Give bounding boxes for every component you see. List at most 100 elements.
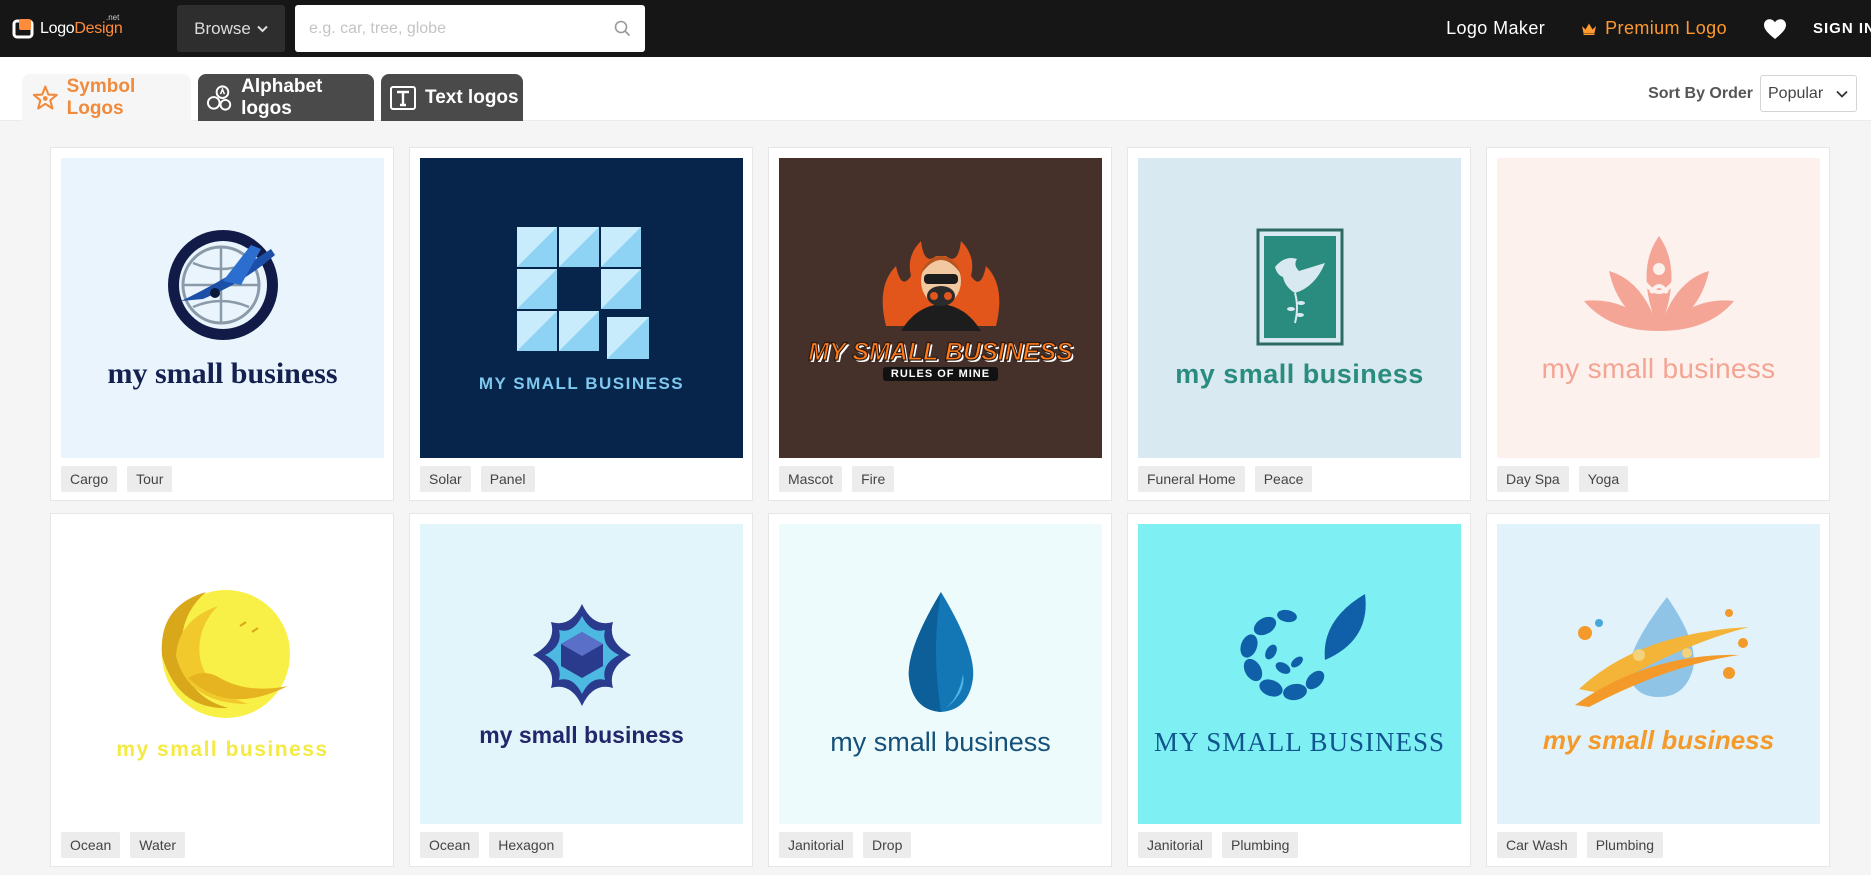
star-hexagon-icon xyxy=(532,603,631,706)
tag[interactable]: Car Wash xyxy=(1497,832,1577,858)
tab-symbol-logos[interactable]: Symbol Logos xyxy=(22,74,191,121)
logo-card[interactable]: MY SMALL BUSINESS Janitorial Plumbing xyxy=(1127,513,1471,867)
logo-thumbnail[interactable]: MY SMALL BUSINESS RULES OF MINE xyxy=(779,158,1102,458)
logo-card[interactable]: MY SMALL BUSINESS RULES OF MINE Mascot F… xyxy=(768,147,1112,501)
business-name-text: my small business xyxy=(479,721,684,748)
logo-card[interactable]: my small business Ocean Hexagon xyxy=(409,513,753,867)
logo-mark-icon xyxy=(12,17,36,41)
tag[interactable]: Water xyxy=(130,832,186,858)
logo-thumbnail[interactable]: MY SMALL BUSINESS xyxy=(420,158,743,458)
logo-card[interactable]: my small business Ocean Water xyxy=(50,513,394,867)
tag-list: Car Wash Plumbing xyxy=(1497,832,1819,858)
tag[interactable]: Yoga xyxy=(1578,466,1629,492)
tag-list: Solar Panel xyxy=(420,466,742,492)
tag[interactable]: Janitorial xyxy=(1138,832,1213,858)
tag-list: Mascot Fire xyxy=(779,466,1101,492)
tab-symbol-logos-label: Symbol Logos xyxy=(66,75,136,119)
logo-name: Logo xyxy=(40,19,75,37)
logo-thumbnail[interactable]: my small business xyxy=(420,524,743,824)
sort-label: Sort By Order xyxy=(1648,84,1753,102)
tag[interactable]: Tour xyxy=(127,466,173,492)
chevron-down-icon xyxy=(1836,90,1848,98)
premium-logo-link[interactable]: Premium Logo xyxy=(1581,18,1727,39)
logo-card[interactable]: my small business Janitorial Drop xyxy=(768,513,1112,867)
tag-list: Janitorial Drop xyxy=(779,832,1101,858)
tag[interactable]: Plumbing xyxy=(1586,832,1664,858)
logo-thumbnail[interactable]: my small business xyxy=(1138,158,1461,458)
tag-list: Funeral Home Peace xyxy=(1138,466,1460,492)
favorites-heart-icon[interactable] xyxy=(1763,18,1787,40)
site-logo[interactable]: LogoDesign .net xyxy=(12,9,152,49)
browse-button[interactable]: Browse xyxy=(177,5,285,52)
tag[interactable]: Cargo xyxy=(61,466,118,492)
dove-frame-icon xyxy=(1256,228,1343,345)
tag[interactable]: Hexagon xyxy=(489,832,564,858)
search-icon[interactable] xyxy=(614,20,631,37)
logo-thumbnail[interactable]: my small business xyxy=(61,524,384,824)
lotus-yoga-icon xyxy=(1583,236,1734,331)
sun-wave-icon xyxy=(161,590,290,718)
sort-value: Popular xyxy=(1768,84,1824,102)
tag[interactable]: Solar xyxy=(420,466,471,492)
business-name-text: MY SMALL BUSINESS xyxy=(808,337,1074,366)
logo-grid: my small business Cargo Tour MY SMALL BU… xyxy=(50,147,1831,867)
tab-text-logos-label: Text logos xyxy=(425,86,519,108)
sort-select[interactable]: Popular xyxy=(1760,75,1857,112)
spiral-leaves-icon xyxy=(1239,594,1366,701)
business-name-text: my small business xyxy=(116,738,329,761)
tag[interactable]: Funeral Home xyxy=(1138,466,1245,492)
business-name-text: my small business xyxy=(830,727,1051,757)
search-input[interactable] xyxy=(309,19,614,38)
tag-list: Cargo Tour xyxy=(61,466,383,492)
logo-suffix: .net xyxy=(106,12,120,22)
alphabet-blocks-icon xyxy=(206,84,232,111)
business-subtext: RULES OF MINE xyxy=(882,366,999,381)
logo-card[interactable]: my small business Cargo Tour xyxy=(50,147,394,501)
business-name-text: MY SMALL BUSINESS xyxy=(1153,727,1446,757)
business-name-text: my small business xyxy=(1175,358,1424,389)
text-box-icon xyxy=(390,85,416,110)
globe-plane-icon xyxy=(167,230,278,340)
drop-swoosh-icon xyxy=(1574,596,1749,707)
business-name-text: my small business xyxy=(1541,353,1776,384)
logo-card[interactable]: my small business Funeral Home Peace xyxy=(1127,147,1471,501)
business-name-text: my small business xyxy=(1542,724,1775,755)
crown-icon xyxy=(1582,23,1597,35)
nav-right: Logo Maker Premium Logo SIGN IN xyxy=(1446,0,1871,57)
tag[interactable]: Drop xyxy=(863,832,912,858)
chevron-down-icon xyxy=(257,25,268,32)
logo-card[interactable]: my small business Day Spa Yoga xyxy=(1486,147,1830,501)
tag-list: Ocean Water xyxy=(61,832,383,858)
logo-wordmark: LogoDesign xyxy=(40,19,123,38)
tag[interactable]: Plumbing xyxy=(1222,832,1299,858)
tag[interactable]: Panel xyxy=(480,466,535,492)
browse-label: Browse xyxy=(194,18,251,38)
premium-logo-label: Premium Logo xyxy=(1605,18,1727,38)
tab-text-logos[interactable]: Text logos xyxy=(381,74,523,121)
logo-thumbnail[interactable]: my small business xyxy=(1497,524,1820,824)
sort-control: Sort By Order Popular xyxy=(1648,75,1857,112)
logo-card[interactable]: MY SMALL BUSINESS Solar Panel xyxy=(409,147,753,501)
tab-alphabet-logos[interactable]: Alphabet logos xyxy=(198,74,374,121)
tag-list: Janitorial Plumbing xyxy=(1138,832,1460,858)
tag-list: Ocean Hexagon xyxy=(420,832,742,858)
tag[interactable]: Mascot xyxy=(779,466,843,492)
mascot-fire-icon xyxy=(882,240,999,331)
tag[interactable]: Peace xyxy=(1254,466,1313,492)
tag[interactable]: Fire xyxy=(852,466,895,492)
tag[interactable]: Ocean xyxy=(420,832,480,858)
logo-thumbnail[interactable]: MY SMALL BUSINESS xyxy=(1138,524,1461,824)
logo-maker-link[interactable]: Logo Maker xyxy=(1446,18,1545,39)
star-icon xyxy=(32,85,58,109)
tag-list: Day Spa Yoga xyxy=(1497,466,1819,492)
business-name-text: my small business xyxy=(107,357,338,390)
logo-thumbnail[interactable]: my small business xyxy=(779,524,1102,824)
logo-thumbnail[interactable]: my small business xyxy=(61,158,384,458)
tag[interactable]: Ocean xyxy=(61,832,121,858)
tag[interactable]: Janitorial xyxy=(779,832,854,858)
logo-card[interactable]: my small business Car Wash Plumbing xyxy=(1486,513,1830,867)
logo-thumbnail[interactable]: my small business xyxy=(1497,158,1820,458)
sign-in-link[interactable]: SIGN IN xyxy=(1813,20,1871,37)
tag[interactable]: Day Spa xyxy=(1497,466,1569,492)
category-tabs-row: Symbol Logos Alphabet logos Text logos S… xyxy=(0,57,1871,121)
